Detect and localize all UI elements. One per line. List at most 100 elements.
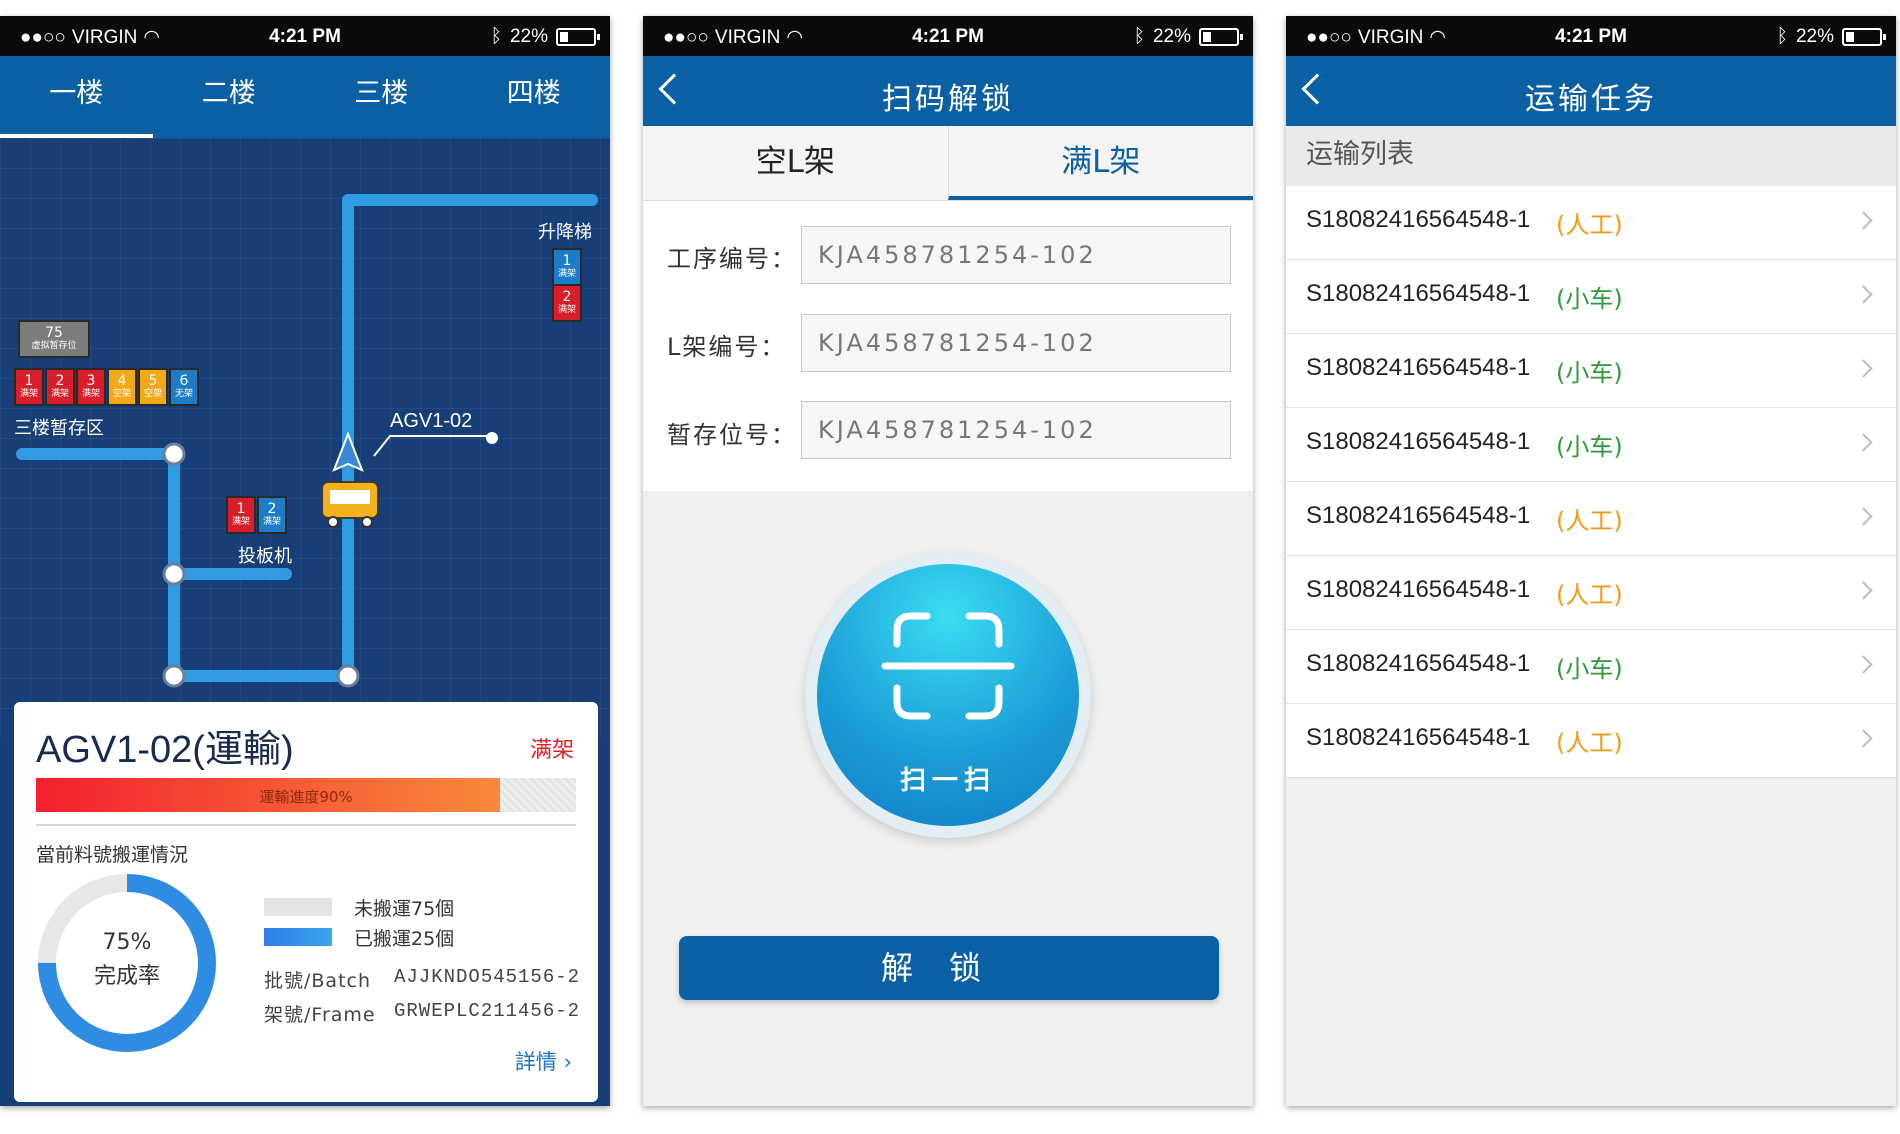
chevron-right-icon	[1854, 285, 1873, 304]
floor-map[interactable]: 升降梯 1 满架 2 满架 75 虚拟暂存位 1 满架 2 满架 3 满架 4 空架 5 空架 6 无架 三…	[0, 138, 610, 738]
slot-number: 3	[86, 373, 96, 389]
tab-floor-3[interactable]: 三楼	[305, 56, 458, 138]
slot-state: 空架	[143, 389, 162, 399]
chevron-right-icon: ›	[563, 1050, 572, 1074]
tab-floor-1[interactable]: 一楼	[0, 56, 153, 138]
process-number-label: 工序编号：	[667, 245, 797, 273]
list-item[interactable]: S18082416564548-1 (人工)	[1286, 556, 1896, 630]
battery-icon	[1842, 28, 1886, 46]
route-main	[16, 194, 598, 682]
tab-empty-rack[interactable]: 空L架	[643, 126, 948, 200]
staging-slots: 1 满架 2 满架 3 满架 4 空架 5 空架 6 无架	[14, 368, 244, 410]
storage-slot[interactable]: 2 满架	[257, 496, 287, 534]
slot-number: 2	[55, 373, 65, 389]
divider	[36, 824, 576, 826]
list-item[interactable]: S18082416564548-1 (人工)	[1286, 704, 1896, 778]
route-node[interactable]	[162, 664, 186, 688]
storage-slot[interactable]: 2 满架	[45, 368, 75, 406]
slot-number: 1	[236, 501, 246, 517]
chevron-right-icon	[1854, 359, 1873, 378]
task-id: S18082416564548-1	[1306, 650, 1531, 677]
virtual-storage-slot[interactable]: 75 虚拟暂存位	[18, 320, 90, 358]
elevator-label: 升降梯	[538, 222, 592, 243]
route-node[interactable]	[336, 664, 360, 688]
storage-slot-field[interactable]: KJA458781254-102	[801, 401, 1231, 459]
unlock-button[interactable]: 解锁	[679, 936, 1219, 1000]
battery-icon	[1199, 28, 1243, 46]
task-type: (小车)	[1556, 433, 1623, 461]
list-header: 运输列表	[1286, 126, 1896, 186]
direction-arrow-icon	[332, 431, 364, 472]
route-node[interactable]	[162, 442, 186, 466]
tab-full-rack[interactable]: 满L架	[947, 126, 1253, 200]
storage-slot[interactable]: 1 满架	[226, 496, 256, 534]
staging-area-label: 三楼暂存区	[14, 418, 104, 439]
task-id: S18082416564548-1	[1306, 576, 1531, 603]
batch-value: AJJKNDO545156-2	[394, 966, 581, 988]
slot-number: 75	[45, 325, 63, 341]
list-item[interactable]: S18082416564548-1 (小车)	[1286, 408, 1896, 482]
loader-slots: 1 满架 2 满架	[226, 496, 306, 538]
slot-state: 满架	[19, 389, 38, 399]
progress-label: 運輸進度90%	[259, 788, 353, 806]
tab-floor-4[interactable]: 四楼	[458, 56, 611, 138]
task-id: S18082416564548-1	[1306, 280, 1531, 307]
slot-state: 满架	[50, 389, 69, 399]
status-bar: ●●○○ VIRGIN ◠ 4:21 PM ᛒ 22%	[0, 16, 610, 56]
list-item[interactable]: S18082416564548-1 (人工)	[1286, 186, 1896, 260]
status-bar: ●●○○ VIRGIN ◠ 4:21 PM ᛒ 22%	[1286, 16, 1896, 56]
task-type: (人工)	[1556, 507, 1623, 535]
slot-state: 无架	[174, 389, 193, 399]
storage-slot[interactable]: 1 满架	[14, 368, 44, 406]
section-title: 當前料號搬運情況	[36, 844, 189, 866]
agv-status-badge: 满架	[529, 738, 574, 763]
list-item[interactable]: S18082416564548-1 (小车)	[1286, 630, 1896, 704]
process-number-field[interactable]: KJA458781254-102	[801, 226, 1231, 284]
scan-button[interactable]: 扫一扫	[817, 564, 1079, 826]
slot-number: 6	[179, 373, 189, 389]
slot-state: 满架	[81, 389, 100, 399]
storage-slot[interactable]: 5 空架	[138, 368, 168, 406]
page-title: 扫码解锁	[882, 82, 1014, 117]
chevron-right-icon	[1854, 507, 1873, 526]
legend-done: 已搬運25個	[354, 928, 455, 950]
task-id: S18082416564548-1	[1306, 354, 1531, 381]
legend-swatch-pending	[264, 898, 332, 916]
battery-percent: 22%	[1795, 26, 1834, 47]
task-id: S18082416564548-1	[1306, 206, 1531, 233]
slot-state: 虚拟暂存位	[31, 341, 77, 351]
scan-unlock-screen: ●●○○ VIRGIN ◠ 4:21 PM ᛒ 22% 扫码解锁 空L架 满L架 工序…	[643, 16, 1253, 1106]
agv-label: AGV1-02	[390, 410, 473, 432]
rack-number-field[interactable]: KJA458781254-102	[801, 314, 1231, 372]
loader-label: 投板机	[238, 546, 292, 567]
frame-key: 架號/Frame	[264, 1004, 376, 1026]
task-id: S18082416564548-1	[1306, 428, 1531, 455]
tab-floor-2[interactable]: 二楼	[153, 56, 306, 138]
slot-state: 满架	[557, 269, 576, 279]
route-node[interactable]	[162, 562, 186, 586]
rack-number-label: L架编号：	[667, 333, 787, 361]
list-item[interactable]: S18082416564548-1 (小车)	[1286, 260, 1896, 334]
list-item[interactable]: S18082416564548-1 (人工)	[1286, 482, 1896, 556]
agv-info-card: AGV1-02(運輸) 满架 運輸進度90% 當前料號搬運情況 75% 完成率 …	[14, 702, 598, 1102]
nav-bar: 运输任务	[1286, 56, 1896, 126]
storage-slot[interactable]: 4 空架	[107, 368, 137, 406]
transport-tasks-screen: ●●○○ VIRGIN ◠ 4:21 PM ᛒ 22% 运输任务 运输列表 S1808…	[1286, 16, 1896, 1106]
task-type: (小车)	[1556, 359, 1623, 387]
slot-number: 4	[117, 373, 127, 389]
storage-slot[interactable]: 3 满架	[76, 368, 106, 406]
storage-slot[interactable]: 6 无架	[169, 368, 199, 406]
transport-progress-bar: 運輸進度90%	[36, 778, 576, 812]
rack-type-tabs: 空L架 满L架	[643, 126, 1253, 201]
elevator-slot-1[interactable]: 1 满架	[552, 248, 582, 286]
page-title: 运输任务	[1525, 82, 1657, 117]
slot-state: 空架	[112, 389, 131, 399]
slot-state: 满架	[557, 305, 576, 315]
slot-state: 满架	[231, 517, 250, 527]
task-type: (人工)	[1556, 581, 1623, 609]
donut-subtitle: 完成率	[93, 964, 160, 989]
list-item[interactable]: S18082416564548-1 (小车)	[1286, 334, 1896, 408]
elevator-slot-2[interactable]: 2 满架	[552, 284, 582, 322]
details-link[interactable]: 詳情 ›	[515, 1046, 572, 1076]
agv-callout-dot	[486, 432, 498, 444]
